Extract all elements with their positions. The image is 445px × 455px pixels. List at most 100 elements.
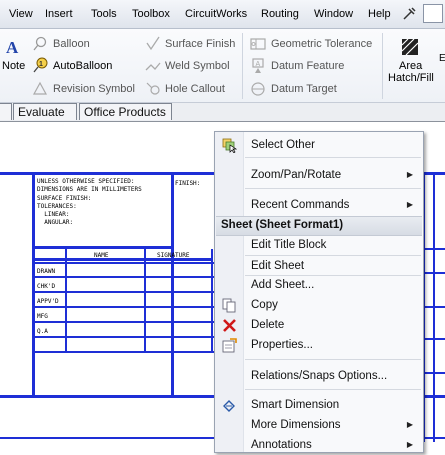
border-line (211, 249, 213, 353)
select-other-label: Select Other (251, 139, 315, 151)
menu-item-annotations[interactable]: Annotations ▶ (215, 435, 423, 455)
toolbar-separator (382, 33, 383, 99)
area-hatch-label-2[interactable]: Hatch/Fill (388, 72, 434, 84)
weld-symbol-icon (145, 62, 161, 71)
border-line (422, 248, 445, 250)
submenu-arrow-icon: ▶ (406, 170, 413, 179)
tab-evaluate[interactable]: Evaluate (13, 103, 77, 120)
datum-feature-button[interactable]: Datum Feature (271, 60, 344, 72)
menu-item-edit-sheet[interactable]: Edit Sheet (215, 256, 423, 276)
menu-separator (245, 389, 421, 390)
datum-target-icon (251, 82, 265, 96)
menu-item-properties[interactable]: Properties... (215, 335, 423, 355)
svg-text:A: A (6, 39, 19, 55)
revision-symbol-button[interactable]: Revision Symbol (53, 83, 135, 95)
menu-item-delete[interactable]: Delete (215, 315, 423, 335)
menu-item-zoom-pan-rotate[interactable]: Zoom/Pan/Rotate ▶ (215, 165, 423, 185)
row-label-appvd: APPV'D (37, 298, 59, 305)
toolbar-overflow-letter: E (439, 53, 445, 64)
menu-insert[interactable]: Insert (45, 8, 73, 20)
column-header-name: NAME (94, 252, 109, 259)
row-label-drawn: DRAWN (37, 268, 56, 275)
revision-symbol-icon (32, 81, 48, 95)
svg-text:1: 1 (39, 61, 43, 68)
smart-dimension-icon (223, 400, 235, 412)
copy-icon (222, 298, 236, 313)
menu-bar: View Insert Tools Toolbox CircuitWorks R… (0, 0, 445, 29)
command-manager-tabs: Evaluate Office Products (0, 103, 445, 122)
pin-icon[interactable] (403, 6, 417, 20)
border-line (32, 351, 214, 353)
menu-circuitworks[interactable]: CircuitWorks (185, 8, 247, 20)
note-line: UNLESS OTHERWISE SPECIFIED: (37, 178, 135, 185)
border-line (32, 262, 214, 264)
area-hatch-label-1[interactable]: Area (399, 60, 422, 72)
row-label-mfg: MFG (37, 313, 48, 320)
note-line: DIMENSIONS ARE IN MILLIMETERS (37, 186, 142, 194)
delete-icon (223, 319, 236, 332)
menu-toolbox[interactable]: Toolbox (132, 8, 170, 20)
relations-snaps-label: Relations/Snaps Options... (251, 370, 388, 382)
note-button[interactable]: Note (2, 60, 25, 72)
menu-routing[interactable]: Routing (261, 8, 299, 20)
context-menu: Select Other Zoom/Pan/Rotate ▶ Recent Co… (214, 131, 424, 453)
menu-view[interactable]: View (9, 8, 33, 20)
submenu-arrow-icon: ▶ (406, 440, 413, 449)
surface-finish-icon (146, 36, 160, 51)
menu-section-header: Sheet (Sheet Format1) (216, 216, 422, 236)
more-dimensions-label: More Dimensions (251, 419, 341, 431)
border-line (32, 306, 214, 308)
properties-icon (222, 338, 237, 353)
recent-commands-label: Recent Commands (251, 199, 350, 211)
datum-target-button[interactable]: Datum Target (271, 83, 337, 95)
menu-item-smart-dimension[interactable]: Smart Dimension (215, 395, 423, 415)
border-line (171, 172, 174, 398)
edit-sheet-label: Edit Sheet (251, 260, 305, 272)
menu-item-edit-title-block[interactable]: Edit Title Block (215, 235, 423, 255)
border-line (32, 321, 214, 323)
menu-item-relations-snaps[interactable]: Relations/Snaps Options... (215, 366, 423, 386)
geometric-tolerance-icon (250, 38, 266, 50)
tab-previous[interactable] (0, 103, 12, 120)
window-control-box[interactable] (423, 4, 443, 23)
border-line (32, 291, 214, 293)
menu-tools[interactable]: Tools (91, 8, 117, 20)
tab-office-products[interactable]: Office Products (79, 103, 172, 120)
toolbar-separator (242, 33, 243, 99)
menu-item-more-dimensions[interactable]: More Dimensions ▶ (215, 415, 423, 435)
note-icon: A (6, 39, 19, 55)
menu-separator (245, 359, 421, 360)
menu-item-copy[interactable]: Copy (215, 295, 423, 315)
row-label-qa: Q.A (37, 328, 48, 335)
menu-window[interactable]: Window (314, 8, 353, 20)
hole-callout-icon (146, 82, 160, 95)
autoballoon-button[interactable]: AutoBalloon (53, 60, 112, 72)
general-notes: UNLESS OTHERWISE SPECIFIED: DIMENSIONS A… (37, 178, 171, 248)
menu-help[interactable]: Help (368, 8, 391, 20)
section-title: Sheet (Sheet Format1) (221, 219, 344, 231)
surface-finish-button[interactable]: Surface Finish (165, 38, 235, 50)
menu-item-recent-commands[interactable]: Recent Commands ▶ (215, 195, 423, 215)
column-header-signature: SIGNATURE (157, 252, 190, 259)
hole-callout-button[interactable]: Hole Callout (165, 83, 225, 95)
zoom-pan-rotate-label: Zoom/Pan/Rotate (251, 169, 342, 181)
geometric-tolerance-button[interactable]: Geometric Tolerance (271, 38, 372, 50)
note-line: ANGULAR: (37, 219, 74, 227)
border-line (65, 249, 67, 353)
border-line (32, 336, 214, 338)
menu-separator (245, 188, 421, 189)
finish-label: FINISH: (175, 180, 201, 187)
svg-text:A: A (256, 61, 261, 68)
properties-label: Properties... (251, 339, 313, 351)
edit-title-block-label: Edit Title Block (251, 239, 327, 251)
weld-symbol-button[interactable]: Weld Symbol (165, 60, 230, 72)
menu-item-select-other[interactable]: Select Other (215, 135, 423, 155)
note-line: SURFACE FINISH: (37, 194, 92, 202)
area-hatch-icon (401, 38, 419, 56)
balloon-icon (33, 36, 47, 51)
menu-item-add-sheet[interactable]: Add Sheet... (215, 275, 423, 295)
row-label-chkd: CHK'D (37, 283, 56, 290)
menu-separator (245, 157, 421, 158)
border-line (144, 249, 146, 353)
balloon-button[interactable]: Balloon (53, 38, 90, 50)
